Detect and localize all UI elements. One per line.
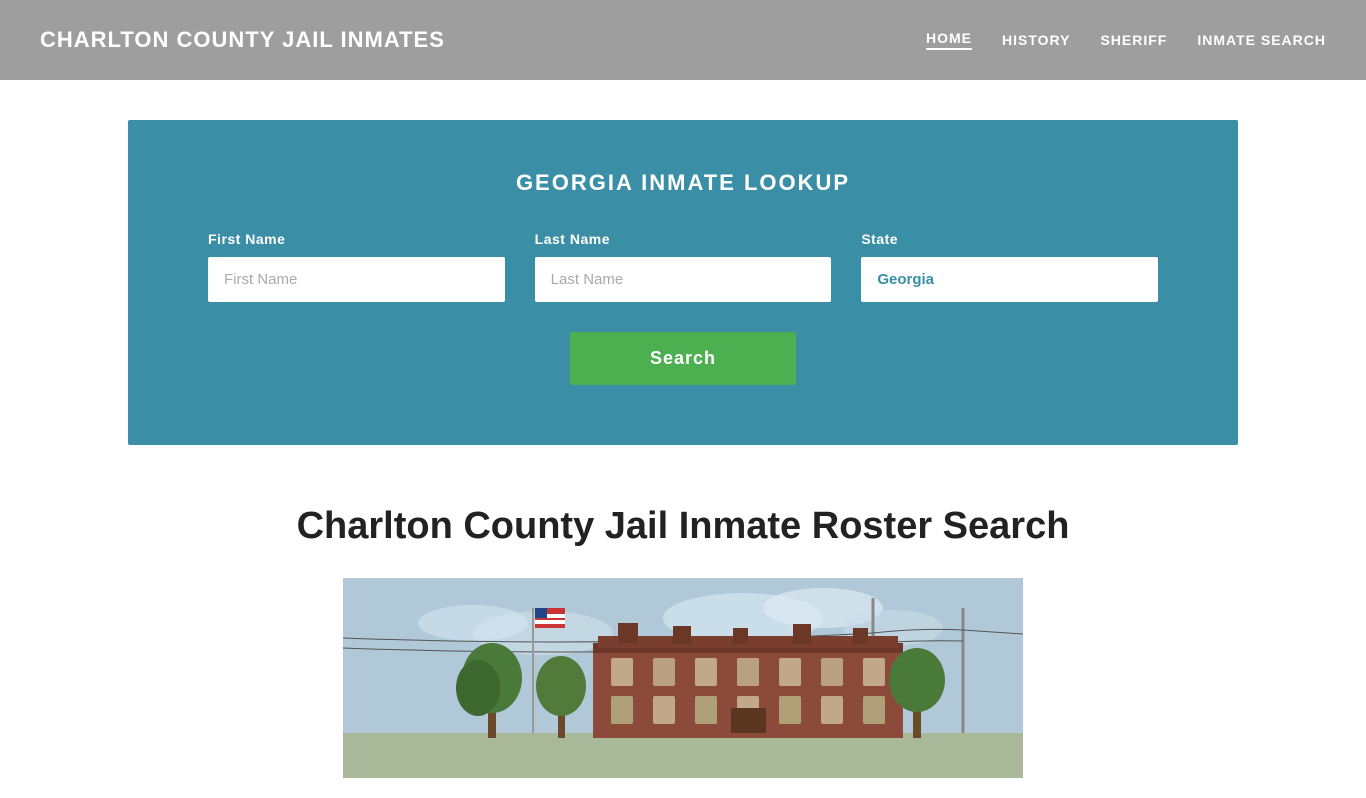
- site-header: CHARLTON COUNTY JAIL INMATES HOME HISTOR…: [0, 0, 1366, 80]
- form-row: First Name Last Name State: [208, 231, 1158, 302]
- last-name-field: Last Name: [535, 231, 832, 302]
- search-button[interactable]: Search: [570, 332, 796, 385]
- state-label: State: [861, 231, 1158, 247]
- search-btn-row: Search: [208, 332, 1158, 385]
- nav-sheriff[interactable]: SHERIFF: [1100, 32, 1167, 48]
- building-image: [343, 578, 1023, 778]
- main-content: Charlton County Jail Inmate Roster Searc…: [128, 485, 1238, 798]
- state-input[interactable]: [861, 257, 1158, 302]
- first-name-field: First Name: [208, 231, 505, 302]
- nav-inmate-search[interactable]: INMATE SEARCH: [1197, 32, 1326, 48]
- site-title: CHARLTON COUNTY JAIL INMATES: [40, 27, 445, 53]
- search-panel: GEORGIA INMATE LOOKUP First Name Last Na…: [128, 120, 1238, 445]
- last-name-input[interactable]: [535, 257, 832, 302]
- last-name-label: Last Name: [535, 231, 832, 247]
- search-panel-title: GEORGIA INMATE LOOKUP: [208, 170, 1158, 196]
- first-name-label: First Name: [208, 231, 505, 247]
- state-field: State: [861, 231, 1158, 302]
- nav-history[interactable]: HISTORY: [1002, 32, 1070, 48]
- roster-title: Charlton County Jail Inmate Roster Searc…: [128, 505, 1238, 548]
- first-name-input[interactable]: [208, 257, 505, 302]
- main-nav: HOME HISTORY SHERIFF INMATE SEARCH: [926, 30, 1326, 50]
- nav-home[interactable]: HOME: [926, 30, 972, 50]
